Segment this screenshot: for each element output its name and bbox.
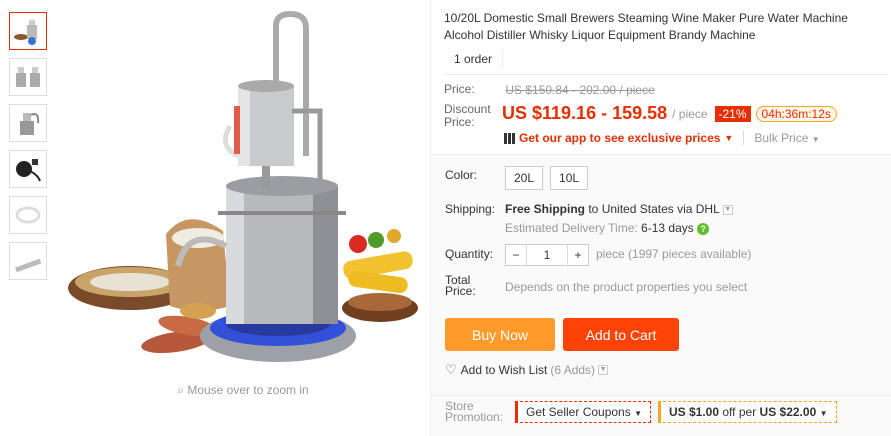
delivery-days: 6-13 days <box>641 221 694 235</box>
discount-label-line1: Discount <box>444 102 491 116</box>
app-promo-caret-icon: ▼ <box>724 133 734 143</box>
wishlist-dropdown-icon[interactable]: ▼ <box>598 365 609 375</box>
thumbnail-tubing[interactable] <box>9 196 47 234</box>
seller-coupons-button[interactable]: Get Seller Coupons ▼ <box>515 401 651 423</box>
bulk-caret-icon: ▼ <box>811 135 820 144</box>
shipping-dropdown-icon[interactable]: ▼ <box>722 204 733 215</box>
discount-price-row: Discount Price: US $119.16 - 159.58 / pie… <box>444 103 889 129</box>
bulk-price-dropdown[interactable]: Bulk Price ▼ <box>743 131 820 145</box>
color-option-20l[interactable]: 20L <box>505 166 544 190</box>
deal-amount: US $1.00 <box>669 405 720 419</box>
product-info-panel: 10/20L Domestic Small Brewers Steaming W… <box>444 10 889 145</box>
quantity-decrease-button[interactable]: − <box>506 245 526 265</box>
order-count: 1 order <box>444 50 504 68</box>
discount-price-label: Discount Price: <box>444 103 502 129</box>
zoom-hint: ⌕ Mouse over to zoom in <box>58 383 428 398</box>
discount-label-line2: Price: <box>444 115 475 129</box>
title-divider <box>444 74 889 75</box>
color-option-10l[interactable]: 10L <box>550 166 589 190</box>
free-shipping-text: Free Shipping <box>505 202 586 216</box>
original-price-row: Price: US $150.84 - 202.00 / piece <box>444 82 889 98</box>
store-discount-button[interactable]: US $1.00 off per US $22.00 ▼ <box>658 401 837 423</box>
add-to-wishlist[interactable]: ♡ Add to Wish List (6 Adds) ▼ <box>445 362 609 378</box>
discount-price: US $119.16 - 159.58 <box>502 103 668 123</box>
product-title: 10/20L Domestic Small Brewers Steaming W… <box>444 11 848 42</box>
app-promo-link[interactable]: Get our app to see exclusive prices <box>519 131 720 145</box>
shipping-row: Shipping: Free Shipping to United States… <box>445 202 885 235</box>
distiller-parts-thumb-icon <box>20 113 40 135</box>
heater-plug-thumb-icon <box>16 159 41 182</box>
tubing-thumb-icon <box>15 206 41 224</box>
total-price-note: Depends on the product properties you se… <box>505 280 748 294</box>
shipping-to-text: to <box>585 202 602 216</box>
per-piece: / piece <box>672 107 708 121</box>
app-promo-row: Get our app to see exclusive prices ▼ Bu… <box>504 131 889 145</box>
help-icon[interactable]: ? <box>697 223 710 235</box>
store-promotion-row: Store Promotion: Get Seller Coupons ▼ US … <box>445 400 837 424</box>
promotion-divider <box>431 395 891 396</box>
total-label-line2: Price: <box>445 284 476 298</box>
shipping-label: Shipping: <box>445 202 496 216</box>
options-top-divider <box>431 154 891 155</box>
color-row: Color: 20L 10L <box>445 166 885 190</box>
magnifier-icon: ⌕ <box>177 383 188 397</box>
buy-now-button[interactable]: Buy Now <box>445 318 555 351</box>
quantity-stepper: − 1 + <box>505 244 589 266</box>
total-price-row: Total Price: Depends on the product prope… <box>445 274 885 298</box>
zoom-hint-text: Mouse over to zoom in <box>187 383 309 397</box>
thumbnail-ruler-bar[interactable] <box>9 242 47 280</box>
deal-caret-icon: ▼ <box>819 409 828 418</box>
deal-threshold: US $22.00 <box>759 405 817 419</box>
countdown-timer: 04h:36m:12s <box>755 106 837 122</box>
heart-icon: ♡ <box>445 362 457 377</box>
two-distillers-thumb-icon <box>16 67 40 87</box>
deal-mid: off per <box>719 405 760 419</box>
thumbnail-distiller-parts[interactable] <box>9 104 47 142</box>
discount-percent-badge: -21% <box>714 106 751 122</box>
delivery-label: Estimated Delivery Time: <box>505 221 638 235</box>
coupon-caret-icon: ▼ <box>634 409 642 418</box>
shipping-method[interactable]: Free Shipping to United States via DHL ▼ <box>505 202 733 216</box>
quantity-increase-button[interactable]: + <box>568 245 588 265</box>
distiller-illustration <box>68 10 418 362</box>
delivery-time: Estimated Delivery Time: 6-13 days ? <box>505 221 733 235</box>
promotion-label-line2: Promotion: <box>445 410 504 424</box>
seller-coupons-label: Get Seller Coupons <box>526 405 631 419</box>
qr-code-icon <box>504 132 515 144</box>
color-label: Color: <box>445 168 478 182</box>
bulk-price-label: Bulk Price <box>754 131 809 145</box>
wishlist-count: (6 Adds) <box>550 363 596 377</box>
thumbnail-heater-plug[interactable] <box>9 150 47 188</box>
wishlist-label: Add to Wish List <box>460 363 548 377</box>
thumbnail-two-distillers[interactable] <box>9 58 47 96</box>
total-price-label: Total Price: <box>445 274 505 298</box>
quantity-available: piece (1997 pieces available) <box>596 247 752 261</box>
original-price: US $150.84 - 202.00 / piece <box>505 83 655 97</box>
quantity-row: Quantity: − 1 + piece (1997 pieces avail… <box>445 244 885 266</box>
quantity-input[interactable]: 1 <box>526 245 568 265</box>
add-to-cart-button[interactable]: Add to Cart <box>563 318 679 351</box>
thumbnail-distiller-set[interactable] <box>9 12 47 50</box>
main-product-image[interactable] <box>58 6 428 378</box>
ruler-bar-thumb-icon <box>15 258 42 273</box>
distiller-set-thumb-icon <box>14 20 37 45</box>
shipping-country: United States via DHL <box>601 202 720 216</box>
price-label: Price: <box>444 82 475 96</box>
store-promotion-label: Store Promotion: <box>445 400 510 424</box>
thumbnail-list <box>9 12 49 288</box>
quantity-label: Quantity: <box>445 247 494 261</box>
